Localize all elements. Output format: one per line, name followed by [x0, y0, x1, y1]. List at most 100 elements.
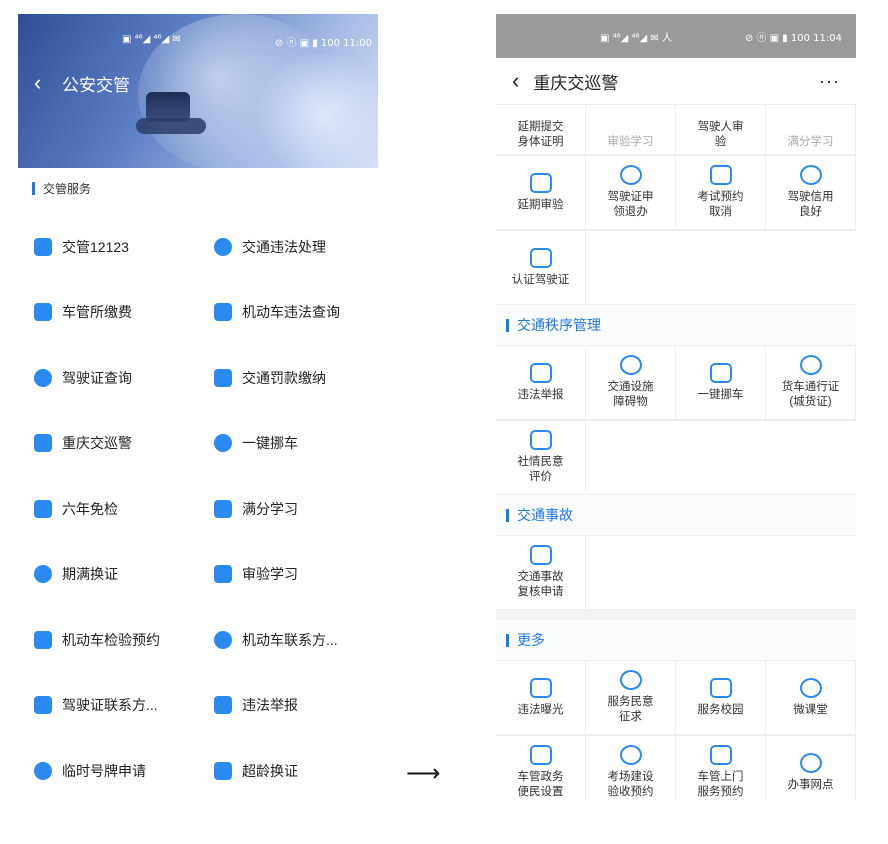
service-tile[interactable]: 服务校园	[676, 661, 766, 735]
service-item[interactable]: 车管所缴费	[18, 280, 198, 346]
service-item[interactable]: 超龄换证	[198, 738, 378, 804]
tile-label: 违法曝光	[517, 703, 564, 716]
service-tile[interactable]: 违法举报	[496, 346, 586, 420]
card-icon	[34, 237, 52, 256]
service-panel: 延期提交 身体证明 审验学习 驾驶人审 验满分学习延期审验 驾驶证申 领退办 考试预约 …	[496, 104, 856, 800]
service-item[interactable]: 满分学习	[198, 476, 378, 542]
empty-tile	[766, 231, 856, 305]
service-icon	[619, 670, 642, 690]
service-item[interactable]: 期满换证	[18, 542, 198, 608]
service-label: 车管所缴费	[62, 304, 132, 321]
service-tile[interactable]: 驾驶证申 领退办	[586, 156, 676, 230]
service-icon	[619, 355, 642, 375]
service-item[interactable]: 交通罚款缴纳	[198, 345, 378, 411]
service-item[interactable]: 交管12123	[18, 214, 198, 280]
tile-label: 车管上门 服务预约	[697, 771, 744, 798]
tile-label: 社情民意 评价	[517, 456, 564, 483]
service-item[interactable]: 机动车违法查询	[198, 280, 378, 346]
plate-icon	[34, 761, 52, 780]
service-tile[interactable]: 延期审验	[496, 156, 586, 230]
empty-tile	[676, 536, 766, 610]
header: ‹ 重庆交巡警 ···	[496, 58, 856, 104]
service-item[interactable]: 驾驶证联系方...	[18, 673, 198, 739]
service-icon	[709, 362, 732, 383]
tile-label: 交通设施 障碍物	[607, 381, 654, 408]
service-tile[interactable]: 一键挪车	[676, 346, 766, 420]
back-icon[interactable]: ‹	[512, 68, 519, 94]
service-tile[interactable]: 违法曝光	[496, 661, 586, 735]
service-tile[interactable]: 满分学习	[766, 105, 856, 155]
page-title: 公安交管	[62, 76, 130, 95]
empty-tile	[586, 231, 676, 305]
service-list: 交管12123 交通违法处理车管所缴费 机动车违法查询驾驶证查询 交通罚款缴纳重庆交巡…	[18, 214, 378, 804]
study-icon	[214, 499, 232, 518]
service-tile[interactable]: 考试预约 取消	[676, 156, 766, 230]
section-title: 交通秩序管理	[496, 305, 856, 345]
service-icon	[619, 165, 642, 185]
service-item[interactable]: 审验学习	[198, 542, 378, 608]
service-label: 审验学习	[242, 566, 298, 583]
service-item[interactable]: 违法举报	[198, 673, 378, 739]
service-icon	[709, 745, 732, 765]
service-icon	[529, 172, 552, 193]
service-tile[interactable]: 服务民意 征求	[586, 661, 676, 735]
tile-label: 延期审验	[517, 198, 564, 211]
service-item[interactable]: 一键挪车	[198, 411, 378, 477]
hero-banner: ▣ ⁴⁶◢ ⁴⁶◢ ✉ ⊘ ⓝ ▣ ▮ 100 11:00 ‹ 公安交管	[18, 14, 378, 168]
payment-icon	[34, 303, 52, 322]
tile-label: 考场建设 验收预约	[607, 771, 654, 798]
empty-tile	[676, 421, 766, 495]
search-icon	[214, 303, 232, 322]
service-icon	[529, 545, 552, 565]
service-label: 违法举报	[242, 697, 298, 714]
service-icon	[529, 745, 552, 765]
service-item[interactable]: 机动车联系方...	[198, 607, 378, 673]
service-label: 六年免检	[62, 500, 118, 517]
license-icon	[34, 368, 52, 387]
empty-tile	[766, 421, 856, 495]
service-tile[interactable]: 驾驶人审 验	[676, 105, 766, 155]
service-label: 机动车违法查询	[242, 304, 340, 321]
service-tile[interactable]: 考场建设 验收预约	[586, 736, 676, 800]
service-tile[interactable]: 车管上门 服务预约	[676, 736, 766, 800]
back-icon[interactable]: ‹	[34, 70, 41, 96]
service-item[interactable]: 临时号牌申请	[18, 738, 198, 804]
service-icon	[799, 752, 822, 773]
empty-tile	[676, 231, 766, 305]
service-tile[interactable]: 认证驾驶证	[496, 231, 586, 305]
service-tile[interactable]: 交通事故 复核申请	[496, 536, 586, 610]
service-tile[interactable]: 车管政务 便民设置	[496, 736, 586, 800]
service-icon	[799, 677, 822, 698]
more-icon[interactable]: ···	[819, 71, 840, 92]
tile-label: 违法举报	[517, 388, 564, 401]
service-tile[interactable]: 社情民意 评价	[496, 421, 586, 495]
tile-label: 微课堂	[793, 703, 828, 716]
service-icon	[529, 247, 552, 268]
service-label: 一键挪车	[242, 435, 298, 452]
service-tile[interactable]: 延期提交 身体证明	[496, 105, 586, 155]
service-tile[interactable]: 货车通行证 (城货证)	[766, 346, 856, 420]
page-title: 重庆交巡警	[533, 73, 619, 93]
service-item[interactable]: 驾驶证查询	[18, 345, 198, 411]
service-label: 交通罚款缴纳	[242, 369, 326, 386]
service-label: 机动车检验预约	[62, 631, 160, 648]
move-car-icon	[214, 434, 232, 453]
service-item[interactable]: 六年免检	[18, 476, 198, 542]
service-label: 满分学习	[242, 500, 298, 517]
section-title: 交通事故	[496, 495, 856, 535]
service-icon	[799, 355, 822, 375]
tile-label: 车管政务 便民设置	[517, 771, 564, 798]
service-tile[interactable]: 微课堂	[766, 661, 856, 735]
renew-icon	[34, 565, 52, 584]
service-tile[interactable]: 审验学习	[586, 105, 676, 155]
service-label: 期满换证	[62, 566, 118, 583]
service-tile[interactable]: 交通设施 障碍物	[586, 346, 676, 420]
car-contact-icon	[214, 630, 232, 649]
wheel-icon	[214, 565, 232, 584]
service-item[interactable]: 重庆交巡警	[18, 411, 198, 477]
service-item[interactable]: 机动车检验预约	[18, 607, 198, 673]
service-item[interactable]: 交通违法处理	[198, 214, 378, 280]
service-tile[interactable]: 驾驶信用 良好	[766, 156, 856, 230]
empty-tile	[586, 536, 676, 610]
service-tile[interactable]: 办事网点	[766, 736, 856, 800]
